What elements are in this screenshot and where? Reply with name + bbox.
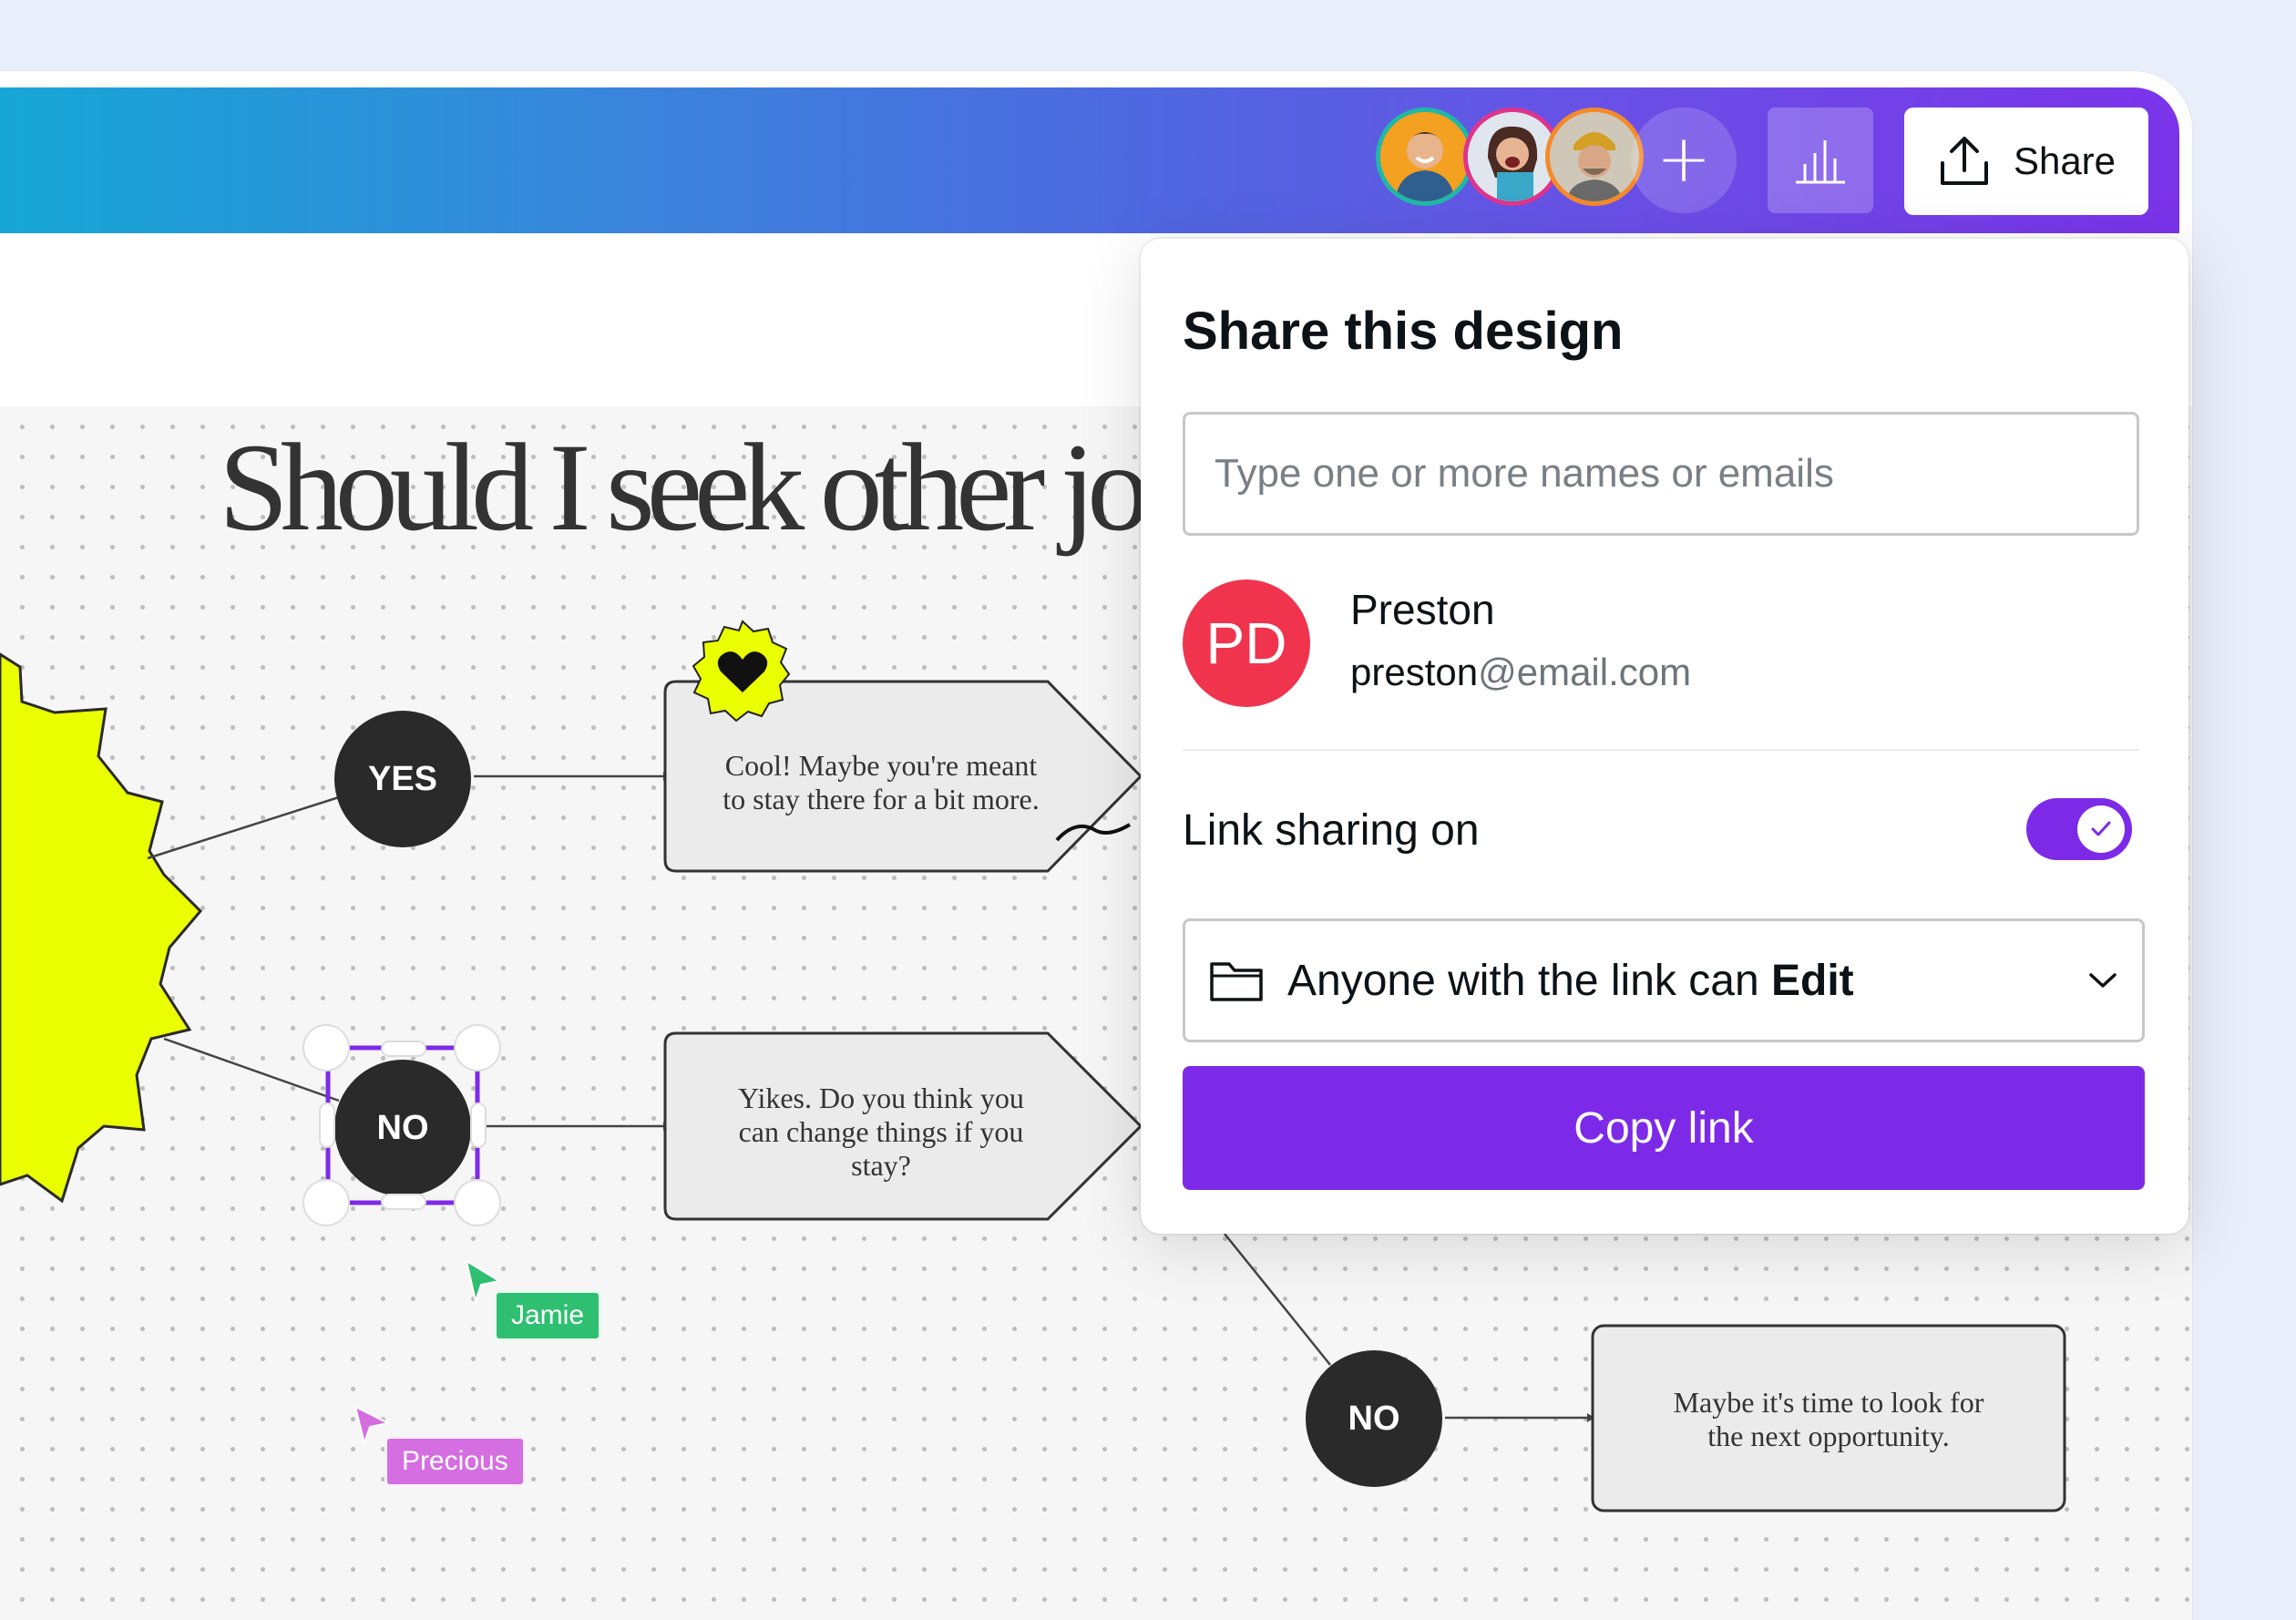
box-text-line: can change things if you: [738, 1115, 1024, 1148]
permission-prefix: Anyone with the link can: [1287, 956, 1771, 1005]
toggle-knob: [2077, 805, 2125, 853]
node-no-label: NO: [376, 1108, 429, 1147]
resize-handle[interactable]: [304, 1181, 348, 1225]
resize-handle[interactable]: [321, 1104, 333, 1146]
resize-handle[interactable]: [304, 1026, 348, 1070]
permission-value: Edit: [1770, 956, 1854, 1005]
avatar: PD: [1183, 579, 1310, 707]
resize-handle[interactable]: [383, 1195, 425, 1208]
link-sharing-toggle[interactable]: [2026, 798, 2132, 860]
resize-handle[interactable]: [472, 1104, 485, 1146]
node-no[interactable]: NO: [334, 1060, 471, 1196]
node-yes[interactable]: YES: [334, 711, 471, 847]
folder-icon: [1210, 962, 1263, 1001]
panel-title: Share this design: [1183, 302, 1624, 361]
recipient-input[interactable]: [1183, 412, 2139, 536]
box-2-text[interactable]: Yikes. Do you think you can change thing…: [685, 1082, 1077, 1183]
collaborator-cursor-label: Precious: [384, 1436, 526, 1487]
permission-text: Anyone with the link can Edit: [1287, 956, 2087, 1006]
person-name: Preston: [1350, 586, 1495, 633]
node-no-2-label: NO: [1348, 1399, 1400, 1438]
box-text-line: to stay there for a bit more.: [723, 783, 1040, 815]
check-icon: [2091, 821, 2111, 836]
link-sharing-label: Link sharing on: [1183, 806, 1480, 855]
resize-handle[interactable]: [456, 1026, 499, 1070]
chevron-down-icon: [2089, 973, 2117, 988]
starburst-shape: [0, 652, 203, 1204]
resize-handle[interactable]: [383, 1042, 425, 1055]
collaborator-cursor-label: Jamie: [494, 1290, 602, 1341]
box-text-line: Yikes. Do you think you: [738, 1082, 1024, 1114]
email-user: preston: [1350, 651, 1479, 693]
node-no-2[interactable]: NO: [1306, 1350, 1442, 1487]
box-text-line: Maybe it's time to look for: [1673, 1386, 1984, 1419]
resize-handle[interactable]: [456, 1181, 499, 1225]
link-permission-dropdown[interactable]: Anyone with the link can Edit: [1183, 918, 2145, 1042]
node-yes-label: YES: [367, 759, 438, 798]
box-text-line: stay?: [851, 1149, 911, 1182]
person-email: preston@email.com: [1350, 651, 1691, 694]
box-text-line: Cool! Maybe you're meant: [724, 749, 1038, 782]
copy-link-button[interactable]: Copy link: [1183, 1066, 2145, 1190]
box-text-line: the next opportunity.: [1707, 1420, 1950, 1452]
email-domain: @email.com: [1478, 651, 1692, 693]
copy-link-label: Copy link: [1573, 1103, 1754, 1153]
avatar-initials: PD: [1205, 610, 1287, 676]
share-panel: Share this design PD Preston preston@ema…: [1141, 239, 2188, 1234]
divider: [1183, 749, 2139, 751]
box-1-text[interactable]: Cool! Maybe you're meant to stay there f…: [685, 749, 1077, 816]
cursor-arrow-icon: [354, 1405, 392, 1447]
box-3-text[interactable]: Maybe it's time to look for the next opp…: [1613, 1386, 2045, 1453]
